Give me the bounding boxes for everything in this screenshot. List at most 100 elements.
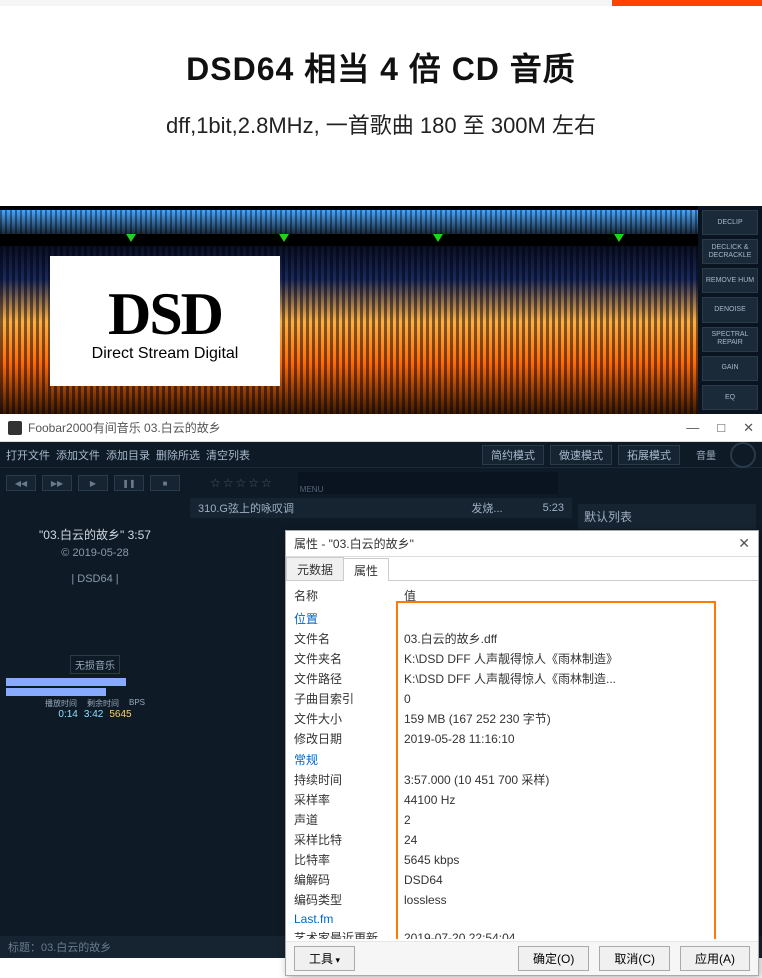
declick-button[interactable]: DECLICK & DECRACKLE — [702, 239, 758, 264]
window-titlebar[interactable]: Foobar2000有间音乐 03.白云的故乡 — □ ✕ — [0, 414, 762, 442]
tools-button[interactable]: 工具 — [294, 946, 355, 971]
close-button[interactable]: ✕ — [743, 420, 754, 436]
loop-markers — [0, 234, 698, 244]
dialog-content: 名称值 位置 文件名03.白云的故乡.dff 文件夹名K:\DSD DFF 人声… — [288, 581, 756, 939]
extend-mode-button[interactable]: 拓展模式 — [618, 445, 680, 465]
remain-label: 剩余时间 — [87, 698, 119, 709]
dialog-titlebar[interactable]: 属性 - "03.白云的故乡" ✕ — [286, 531, 758, 557]
pause-button[interactable]: ❚❚ — [114, 475, 144, 491]
eq-button[interactable]: EQ — [702, 385, 758, 410]
section-lastfm: Last.fm — [294, 910, 750, 928]
spectral-tools: DECLIP DECLICK & DECRACKLE REMOVE HUM DE… — [698, 206, 762, 414]
clear-list-menu[interactable]: 清空列表 — [206, 447, 250, 463]
remove-selected-menu[interactable]: 删除所选 — [156, 447, 200, 463]
quick-mode-button[interactable]: 做速模式 — [550, 445, 612, 465]
removehum-button[interactable]: REMOVE HUM — [702, 268, 758, 293]
menu-label[interactable]: MENU — [300, 485, 324, 494]
moddate-label: 修改日期 — [294, 730, 404, 748]
subidx-label: 子曲目索引 — [294, 690, 404, 708]
denoise-button[interactable]: DENOISE — [702, 297, 758, 322]
minimize-button[interactable]: — — [686, 420, 699, 436]
volume-knob[interactable] — [730, 442, 756, 468]
rating-stars[interactable]: ☆☆☆☆☆ — [210, 476, 274, 490]
playlist-name[interactable]: 默认列表 — [578, 504, 756, 529]
col-value-header: 值 — [404, 587, 750, 604]
enctype-label: 编码类型 — [294, 891, 404, 909]
filename-value: 03.白云的故乡.dff — [404, 630, 750, 648]
headline-subtitle: dff,1bit,2.8MHz, 一首歌曲 180 至 300M 左右 — [0, 108, 762, 140]
spectral-repair-button[interactable]: SPECTRAL REPAIR — [702, 327, 758, 352]
duration-value: 3:57.000 (10 451 700 采样) — [404, 771, 750, 789]
filesize-label: 文件大小 — [294, 710, 404, 728]
app-icon — [8, 421, 22, 435]
duration-label: 持续时间 — [294, 771, 404, 789]
apply-button[interactable]: 应用(A) — [680, 946, 750, 971]
samplerate-value: 44100 Hz — [404, 791, 750, 809]
section-general: 常规 — [294, 749, 750, 770]
cancel-button[interactable]: 取消(C) — [599, 946, 670, 971]
playlist-row[interactable]: 310.G弦上的咏叹调 发烧... 5:23 — [190, 498, 572, 518]
dialog-title: 属性 - "03.白云的故乡" — [294, 535, 414, 552]
playback-row: ◀◀ ▶▶ ▶ ❚❚ ■ ☆☆☆☆☆ MENU — [0, 468, 762, 498]
path-label: 文件路径 — [294, 670, 404, 688]
waveform-strip — [0, 210, 698, 234]
dsd-logo: DSD Direct Stream Digital — [50, 256, 280, 386]
active-tab-indicator — [612, 0, 762, 6]
bitrate-label: 比特率 — [294, 851, 404, 869]
window-title: Foobar2000有间音乐 03.白云的故乡 — [28, 419, 221, 436]
headline-block: DSD64 相当 4 倍 CD 音质 dff,1bit,2.8MHz, 一首歌曲… — [0, 6, 762, 152]
bps-value: 5645 — [109, 709, 131, 720]
subidx-value: 0 — [404, 690, 750, 708]
dialog-footer: 工具 确定(O) 取消(C) 应用(A) — [286, 941, 758, 975]
song-artist: 发烧... — [471, 500, 502, 516]
codec-value: DSD64 — [404, 871, 750, 889]
add-folder-menu[interactable]: 添加目录 — [106, 447, 150, 463]
headline-title: DSD64 相当 4 倍 CD 音质 — [0, 44, 762, 90]
declip-button[interactable]: DECLIP — [702, 210, 758, 235]
prev-button[interactable]: ◀◀ — [6, 475, 36, 491]
ok-button[interactable]: 确定(O) — [518, 946, 589, 971]
volume-label: 音量 — [696, 447, 716, 462]
tab-attributes[interactable]: 属性 — [343, 558, 389, 581]
samplebits-label: 采样比特 — [294, 831, 404, 849]
song-duration: 5:23 — [543, 502, 564, 514]
gain-button[interactable]: GAIN — [702, 356, 758, 381]
maximize-button[interactable]: □ — [717, 420, 725, 436]
format-badge: | DSD64 | — [6, 573, 184, 585]
filename-label: 文件名 — [294, 630, 404, 648]
main-toolbar: 打开文件 添加文件 添加目录 删除所选 清空列表 简约模式 做速模式 拓展模式 … — [0, 442, 762, 468]
dsd-logo-text: DSD — [108, 280, 222, 349]
dsd-logo-subtitle: Direct Stream Digital — [92, 345, 239, 363]
samplerate-label: 采样率 — [294, 791, 404, 809]
vu-meters: 播放时间 剩余时间 BPS 0:14 3:42 5645 — [6, 678, 184, 720]
next-button[interactable]: ▶▶ — [42, 475, 72, 491]
enctype-value: lossless — [404, 891, 750, 909]
stop-button[interactable]: ■ — [150, 475, 180, 491]
moddate-value: 2019-05-28 11:16:10 — [404, 730, 750, 748]
samplebits-value: 24 — [404, 831, 750, 849]
artist-updated-value: 2019-07-20 22:54:04 — [404, 929, 750, 939]
folder-value: K:\DSD DFF 人声靓得惊人《雨林制造》 — [404, 650, 750, 668]
lossless-badge: 无损音乐 — [70, 655, 120, 674]
col-name-header: 名称 — [294, 587, 404, 604]
elapsed-time: 0:14 — [58, 709, 77, 720]
spectrogram-panel: DECLIP DECLICK & DECRACKLE REMOVE HUM DE… — [0, 206, 762, 414]
tab-metadata[interactable]: 元数据 — [286, 557, 344, 580]
add-file-menu[interactable]: 添加文件 — [56, 447, 100, 463]
codec-label: 编解码 — [294, 871, 404, 889]
spectrum-analyzer: MENU — [298, 472, 558, 494]
bitrate-value: 5645 kbps — [404, 851, 750, 869]
filesize-value: 159 MB (167 252 230 字节) — [404, 710, 750, 728]
simple-mode-button[interactable]: 简约模式 — [482, 445, 544, 465]
channels-value: 2 — [404, 811, 750, 829]
channels-label: 声道 — [294, 811, 404, 829]
dialog-close-button[interactable]: ✕ — [738, 535, 750, 552]
play-button[interactable]: ▶ — [78, 475, 108, 491]
dialog-tabs: 元数据 属性 — [286, 557, 758, 581]
open-file-menu[interactable]: 打开文件 — [6, 447, 50, 463]
remain-time: 3:42 — [84, 709, 103, 720]
track-date: © 2019-05-28 — [6, 547, 184, 559]
top-nav-strip — [0, 0, 762, 6]
bps-label: BPS — [129, 698, 145, 709]
section-location: 位置 — [294, 608, 750, 629]
